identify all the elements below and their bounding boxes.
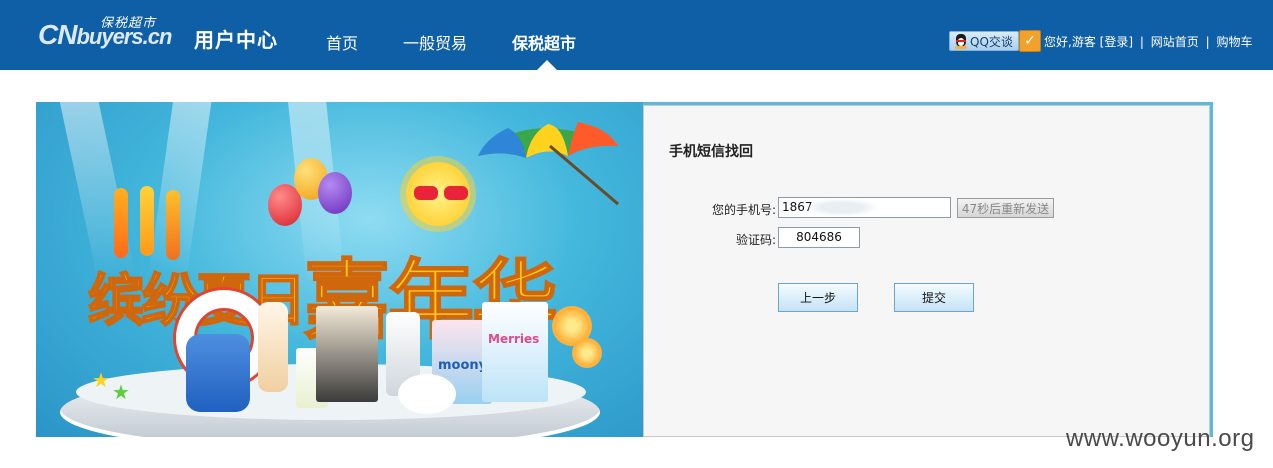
product-mask: [398, 374, 456, 414]
phone-label: 您的手机号:: [711, 203, 776, 217]
shield-check-icon: ✓: [1019, 30, 1041, 52]
separator: |: [1139, 35, 1144, 49]
redacted-blur: [807, 199, 877, 216]
qq-penguin-icon: [953, 33, 969, 49]
moony-label: moony: [438, 358, 488, 373]
product-box-black-bean: [316, 306, 378, 402]
home-link[interactable]: 网站首页: [1151, 35, 1199, 49]
star-icon: ★: [112, 380, 130, 404]
sms-recovery-panel: 手机短信找回 您的手机号: 1867 47秒后重新发送 验证码: 804686 …: [643, 102, 1213, 437]
qq-chat-label: QQ交谈: [970, 34, 1013, 49]
code-label: 验证码:: [735, 233, 776, 247]
separator: |: [1205, 35, 1210, 49]
previous-step-button[interactable]: 上一步: [778, 283, 858, 312]
product-luggage: [186, 334, 250, 412]
main-nav: 首页 一般贸易 保税超市: [326, 30, 621, 54]
login-link[interactable]: [登录]: [1100, 35, 1133, 49]
umbrella-icon: [478, 122, 619, 206]
nav-item-bonded-market[interactable]: 保税超市: [512, 30, 576, 54]
promo-banner: 缤纷夏日嘉年华 moony Merries ★ ★: [36, 102, 643, 437]
submit-button[interactable]: 提交: [894, 283, 974, 312]
sunglasses-icon: [414, 186, 468, 200]
sms-recovery-form: 手机短信找回 您的手机号: 1867 47秒后重新发送 验证码: 804686 …: [643, 105, 1210, 437]
verification-code-input[interactable]: 804686: [778, 227, 860, 248]
star-icon: ★: [92, 368, 110, 392]
logo-subtitle: 保税超市: [100, 16, 157, 31]
nav-item-home[interactable]: 首页: [326, 30, 358, 54]
balloon-icon: [318, 172, 352, 214]
watermark-text: www.wooyun.org: [1066, 425, 1255, 452]
top-navbar: CNbuyers.cn 保税超市 用户中心 首页 一般贸易 保税超市 QQ交谈 …: [0, 0, 1273, 70]
section-title: 用户中心: [194, 28, 278, 52]
greeting-text: 您好,游客: [1044, 35, 1096, 49]
resend-code-button[interactable]: 47秒后重新发送: [957, 198, 1054, 218]
flower-icon: [572, 338, 602, 368]
form-title: 手机短信找回: [669, 144, 753, 160]
product-bottle: [258, 302, 288, 392]
phone-input[interactable]: 1867: [778, 197, 951, 218]
site-logo[interactable]: CNbuyers.cn 保税超市: [38, 13, 188, 53]
nav-item-general-trade[interactable]: 一般贸易: [403, 30, 467, 54]
logo-main: CN: [38, 19, 77, 50]
user-links: 您好,游客 [登录] | 网站首页 | 购物车: [1044, 33, 1252, 50]
product-merries: Merries: [482, 302, 548, 402]
active-nav-indicator: [537, 60, 557, 70]
merries-label: Merries: [488, 332, 540, 346]
cart-link[interactable]: 购物车: [1216, 35, 1252, 49]
qq-chat-button[interactable]: QQ交谈: [949, 31, 1019, 51]
